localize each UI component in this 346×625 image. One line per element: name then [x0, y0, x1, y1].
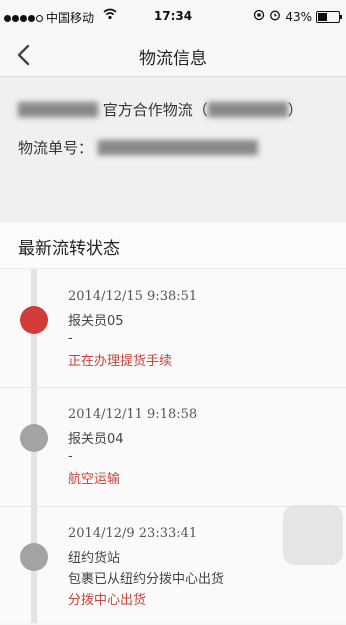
tracking-line: 物流单号： ████████████████ [18, 137, 258, 158]
timeline-status: 正在办理提货手续 [68, 354, 173, 369]
section-header: 最新流转状态 [0, 222, 346, 269]
timeline-dot-icon [20, 543, 48, 571]
partner-label: 官方合作物流（ [102, 101, 208, 119]
timeline-dot-icon [20, 306, 48, 334]
timeline-status: 航空运输 [68, 472, 121, 487]
timeline-desc: - [68, 331, 73, 346]
redacted-partner-name: ████████ [18, 103, 98, 118]
redacted-partner-detail: ████████ [207, 103, 288, 118]
alarm-icon [269, 9, 281, 24]
battery-percent: 43% [285, 9, 312, 24]
partner-suffix: ） [287, 101, 303, 119]
orientation-lock-icon [253, 9, 265, 24]
status-bar: 中国移动 17:34 43% [0, 0, 346, 34]
timeline-item: 2014/12/15 9:38:51 报关员05 - 正在办理提货手续 [0, 269, 346, 388]
partner-line: ████████ 官方合作物流（████████） [18, 99, 303, 120]
tracking-label: 物流单号： [18, 139, 94, 157]
section-title: 最新流转状态 [18, 239, 120, 259]
timeline-dot-icon [20, 424, 48, 452]
timeline-item: 2014/12/11 9:18:58 报关员04 - 航空运输 [0, 388, 346, 507]
timeline-time: 2014/12/11 9:18:58 [68, 407, 198, 422]
floating-assistive-button[interactable] [283, 505, 343, 565]
timeline-place: 报关员05 [68, 314, 124, 329]
timeline-desc: - [68, 449, 73, 464]
timeline-place: 纽约货站 [68, 551, 121, 566]
timeline-place: 报关员04 [68, 432, 124, 447]
timeline-time: 2014/12/9 23:33:41 [68, 526, 198, 541]
timeline: 2014/12/15 9:38:51 报关员05 - 正在办理提货手续 2014… [0, 269, 346, 623]
timeline-status: 分拨中心出货 [68, 593, 147, 608]
battery-icon [316, 10, 342, 23]
nav-bar: 物流信息 [0, 34, 346, 77]
page-title: 物流信息 [139, 49, 207, 69]
redacted-tracking-number: ████████████████ [97, 141, 258, 156]
timeline-time: 2014/12/15 9:38:51 [68, 289, 198, 304]
timeline-desc: 包裹已从纽约分拨中心出货 [68, 572, 225, 587]
logistics-info: ████████ 官方合作物流（████████） 物流单号： ████████… [0, 77, 346, 223]
